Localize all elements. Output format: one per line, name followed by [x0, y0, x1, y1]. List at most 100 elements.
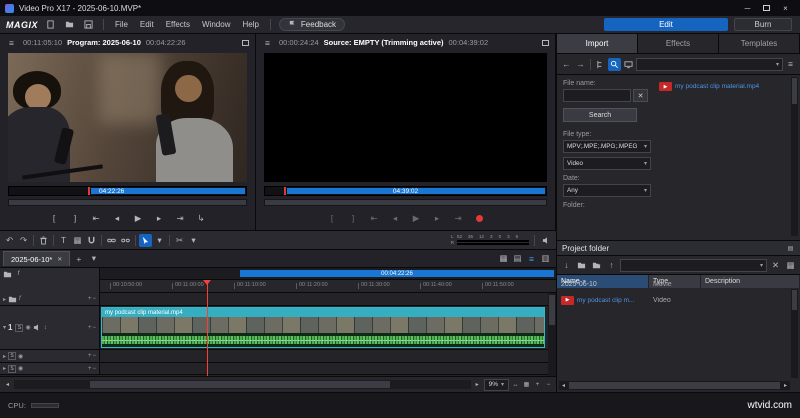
- track-bigger-icon[interactable]: +: [88, 353, 92, 359]
- frame-back-icon[interactable]: ◂: [111, 212, 124, 225]
- program-scrubber-playhead[interactable]: [88, 187, 90, 195]
- zoom-object-icon[interactable]: ▦: [522, 380, 531, 389]
- mouse-mode-icon[interactable]: [139, 233, 152, 247]
- project-folder-vscrollbar[interactable]: [791, 289, 798, 378]
- timeline-overview-bar[interactable]: 00:04:22:26: [100, 268, 556, 280]
- timeline-view-icon[interactable]: ≡: [525, 252, 538, 265]
- table-row[interactable]: 2025-06-10 Movie: [557, 276, 791, 292]
- scrollbar-handle[interactable]: [792, 78, 797, 104]
- track-header[interactable]: ▸ f + −: [0, 293, 100, 305]
- timeline-ruler[interactable]: 00:10:50:00 00:11:00:00 00:11:10:00 00:1…: [100, 280, 556, 293]
- search-icon[interactable]: [608, 57, 621, 71]
- back-icon[interactable]: ←: [560, 58, 573, 71]
- scroll-right-icon[interactable]: ▸: [781, 381, 790, 390]
- source-scrubber[interactable]: 04:39:02: [264, 186, 547, 196]
- open-project-icon[interactable]: [63, 18, 76, 31]
- track-header[interactable]: ▾ 1 S ◉ ↕ + −: [0, 306, 100, 349]
- new-folder-icon[interactable]: [590, 259, 603, 272]
- frame-forward-icon[interactable]: ▸: [431, 212, 444, 225]
- height-icon[interactable]: ↕: [44, 325, 47, 331]
- play-icon[interactable]: ▶: [132, 212, 145, 225]
- fullscreen-icon[interactable]: [541, 38, 550, 47]
- file-name-input[interactable]: [563, 89, 631, 102]
- jump-start-icon[interactable]: ⇤: [90, 212, 103, 225]
- snap-magnet-icon[interactable]: [85, 234, 98, 247]
- file-list-scrollbar[interactable]: [791, 77, 798, 236]
- range-in-icon[interactable]: [: [326, 212, 339, 225]
- hamburger-menu-icon[interactable]: ≡: [261, 36, 274, 49]
- burn-mode-button[interactable]: Burn: [734, 18, 792, 31]
- solo-button[interactable]: S: [8, 352, 17, 360]
- scroll-right-icon[interactable]: ▸: [473, 380, 482, 389]
- source-scrollbar[interactable]: [264, 199, 547, 206]
- multicam-view-icon[interactable]: ▥: [539, 252, 552, 265]
- collapse-icon[interactable]: ▾: [3, 324, 6, 331]
- close-button[interactable]: ×: [776, 1, 795, 16]
- visibility-icon[interactable]: ◉: [18, 353, 23, 360]
- menu-window[interactable]: Window: [199, 20, 233, 29]
- visibility-icon[interactable]: ◉: [25, 324, 30, 331]
- collapse-icon[interactable]: ▸: [3, 296, 6, 303]
- folder-icon[interactable]: [3, 270, 12, 279]
- scroll-left-icon[interactable]: ◂: [559, 381, 568, 390]
- track-bigger-icon[interactable]: +: [88, 325, 92, 331]
- speaker-icon[interactable]: [33, 323, 42, 332]
- playhead-marker[interactable]: [203, 280, 211, 285]
- menu-edit[interactable]: Edit: [137, 20, 157, 29]
- menu-effects[interactable]: Effects: [163, 20, 193, 29]
- insert-to-timeline-icon[interactable]: ↳: [195, 212, 208, 225]
- search-button[interactable]: Search: [563, 108, 637, 122]
- scrollbar-handle[interactable]: [549, 295, 555, 325]
- jump-end-icon[interactable]: ⇥: [174, 212, 187, 225]
- tab-import[interactable]: Import: [557, 34, 638, 53]
- scissors-dropdown-icon[interactable]: ▾: [187, 234, 200, 247]
- track-smaller-icon[interactable]: −: [92, 353, 96, 359]
- sequence-tab[interactable]: 2025-06-10* ✕: [3, 251, 71, 266]
- remove-icon[interactable]: ✕: [769, 259, 782, 272]
- track-lane[interactable]: [100, 293, 548, 305]
- forward-icon[interactable]: →: [574, 58, 587, 71]
- timeline-clip[interactable]: my podcast clip material.mp4: [101, 307, 545, 348]
- track-smaller-icon[interactable]: −: [92, 325, 96, 331]
- scrollbar-handle[interactable]: [569, 382, 780, 389]
- preview-monitor-icon[interactable]: [622, 58, 635, 71]
- folder-icon[interactable]: [8, 295, 17, 304]
- object-grid-icon[interactable]: ▦: [71, 234, 84, 247]
- group-link-icon[interactable]: [105, 234, 118, 247]
- range-out-icon[interactable]: ]: [347, 212, 360, 225]
- solo-button[interactable]: S: [8, 364, 17, 373]
- solo-button[interactable]: S: [15, 323, 24, 332]
- jump-end-icon[interactable]: ⇥: [452, 212, 465, 225]
- redo-icon[interactable]: ↷: [17, 234, 30, 247]
- track-header[interactable]: ▸ S ◉ + −: [0, 350, 100, 362]
- sequence-dropdown-icon[interactable]: ▾: [87, 252, 100, 265]
- track-lane[interactable]: my podcast clip material.mp4: [100, 306, 548, 349]
- collapse-icon[interactable]: ▸: [3, 365, 6, 372]
- zoom-level-select[interactable]: 9% ▾: [483, 378, 509, 391]
- program-scrollbar[interactable]: [8, 199, 247, 206]
- timeline-hscrollbar[interactable]: [14, 380, 471, 389]
- date-select[interactable]: Any ▾: [563, 184, 651, 197]
- feedback-button[interactable]: Feedback: [278, 18, 346, 31]
- visibility-icon[interactable]: ◉: [18, 365, 23, 372]
- scissors-icon[interactable]: ✂: [173, 234, 186, 247]
- edit-mode-button[interactable]: Edit: [604, 18, 728, 31]
- frame-forward-icon[interactable]: ▸: [153, 212, 166, 225]
- record-icon[interactable]: [473, 212, 486, 225]
- range-in-icon[interactable]: [: [48, 212, 61, 225]
- play-icon[interactable]: ▶: [410, 212, 423, 225]
- hamburger-menu-icon[interactable]: ≡: [5, 36, 18, 49]
- tab-effects[interactable]: Effects: [638, 34, 719, 53]
- program-preview[interactable]: [8, 53, 247, 182]
- fullscreen-icon[interactable]: [241, 38, 250, 47]
- speaker-icon[interactable]: [540, 234, 553, 247]
- fx-icon[interactable]: f: [19, 296, 21, 302]
- program-scrollbar-handle[interactable]: [9, 200, 246, 205]
- folder-up-icon[interactable]: ↑: [605, 259, 618, 272]
- source-scrollbar-handle[interactable]: [265, 200, 546, 205]
- undo-icon[interactable]: ↶: [3, 234, 16, 247]
- grid-view-icon[interactable]: ▦: [784, 259, 797, 272]
- folder-icon[interactable]: [575, 259, 588, 272]
- list-view-icon[interactable]: ≡: [784, 58, 797, 71]
- range-out-icon[interactable]: ]: [69, 212, 82, 225]
